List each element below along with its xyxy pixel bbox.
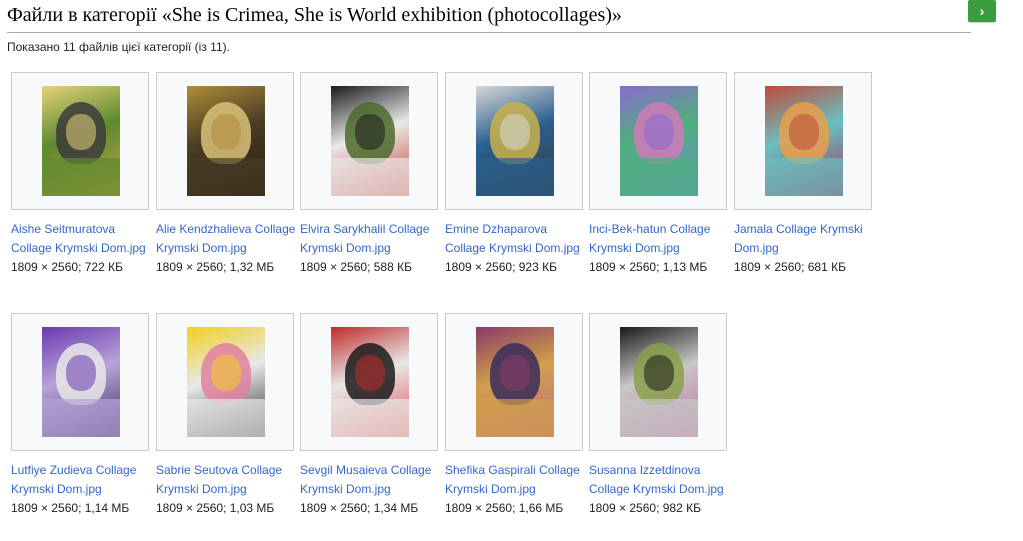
file-count-summary: Показано 11 файлів цієї категорії (із 11… [7, 40, 230, 54]
file-link[interactable]: Aishe Seitmuratova Collage Krymski Dom.j… [11, 222, 146, 255]
file-link[interactable]: Lutfiye Zudieva Collage Krymski Dom.jpg [11, 463, 136, 496]
file-link[interactable]: Susanna Izzetdinova Collage Krymski Dom.… [589, 463, 724, 496]
file-link[interactable]: Sabrie Seutova Collage Krymski Dom.jpg [156, 463, 282, 496]
file-dimensions-size: 1809 × 2560; 923 КБ [445, 260, 557, 274]
file-link[interactable]: Sevgil Musaieva Collage Krymski Dom.jpg [300, 463, 431, 496]
thumbnail-frame[interactable] [11, 313, 149, 451]
collage-thumbnail-image[interactable] [476, 86, 554, 196]
file-dimensions-size: 1809 × 2560; 1,14 МБ [11, 501, 130, 515]
thumbnail-frame[interactable] [156, 313, 294, 451]
file-dimensions-size: 1809 × 2560; 1,13 МБ [589, 260, 708, 274]
gallery-item: Lutfiye Zudieva Collage Krymski Dom.jpg 1… [11, 313, 151, 518]
collage-thumbnail-image[interactable] [331, 327, 409, 437]
gallery-item: Susanna Izzetdinova Collage Krymski Dom.… [589, 313, 729, 518]
file-dimensions-size: 1809 × 2560; 1,34 МБ [300, 501, 419, 515]
file-dimensions-size: 1809 × 2560; 722 КБ [11, 260, 123, 274]
gallery-item: Inci-Bek-hatun Collage Krymski Dom.jpg 18… [589, 72, 729, 277]
file-link[interactable]: Shefika Gaspirali Collage Krymski Dom.jp… [445, 463, 580, 496]
thumbnail-frame[interactable] [300, 313, 438, 451]
gallery-item: Shefika Gaspirali Collage Krymski Dom.jp… [445, 313, 585, 518]
collage-thumbnail-image[interactable] [331, 86, 409, 196]
file-caption: Emine Dzhaparova Collage Krymski Dom.jpg… [445, 220, 585, 277]
gallery-item: Sevgil Musaieva Collage Krymski Dom.jpg 1… [300, 313, 440, 518]
thumbnail-frame[interactable] [11, 72, 149, 210]
thumbnail-frame[interactable] [589, 72, 727, 210]
gallery-item: Jamala Collage Krymski Dom.jpg 1809 × 256… [734, 72, 874, 277]
thumbnail-frame[interactable] [156, 72, 294, 210]
file-dimensions-size: 1809 × 2560; 1,32 МБ [156, 260, 275, 274]
collage-thumbnail-image[interactable] [42, 327, 120, 437]
file-caption: Susanna Izzetdinova Collage Krymski Dom.… [589, 461, 729, 518]
file-link[interactable]: Jamala Collage Krymski Dom.jpg [734, 222, 863, 255]
file-caption: Jamala Collage Krymski Dom.jpg 1809 × 256… [734, 220, 874, 277]
collage-thumbnail-image[interactable] [187, 86, 265, 196]
thumbnail-frame[interactable] [734, 72, 872, 210]
file-link[interactable]: Alie Kendzhalieva Collage Krymski Dom.jp… [156, 222, 295, 255]
file-link[interactable]: Elvira Sarykhalil Collage Krymski Dom.jp… [300, 222, 429, 255]
gallery-item: Emine Dzhaparova Collage Krymski Dom.jpg… [445, 72, 585, 277]
file-dimensions-size: 1809 × 2560; 588 КБ [300, 260, 412, 274]
file-caption: Inci-Bek-hatun Collage Krymski Dom.jpg 18… [589, 220, 729, 277]
collage-thumbnail-image[interactable] [620, 86, 698, 196]
gallery-item: Sabrie Seutova Collage Krymski Dom.jpg 18… [156, 313, 296, 518]
thumbnail-frame[interactable] [300, 72, 438, 210]
file-caption: Alie Kendzhalieva Collage Krymski Dom.jp… [156, 220, 296, 277]
file-dimensions-size: 1809 × 2560; 1,03 МБ [156, 501, 275, 515]
file-caption: Lutfiye Zudieva Collage Krymski Dom.jpg 1… [11, 461, 151, 518]
collage-thumbnail-image[interactable] [765, 86, 843, 196]
gallery-item: Aishe Seitmuratova Collage Krymski Dom.j… [11, 72, 151, 277]
file-caption: Sabrie Seutova Collage Krymski Dom.jpg 18… [156, 461, 296, 518]
thumbnail-frame[interactable] [445, 313, 583, 451]
gallery-item: Alie Kendzhalieva Collage Krymski Dom.jp… [156, 72, 296, 277]
thumbnail-frame[interactable] [445, 72, 583, 210]
collage-thumbnail-image[interactable] [187, 327, 265, 437]
collage-thumbnail-image[interactable] [620, 327, 698, 437]
file-caption: Elvira Sarykhalil Collage Krymski Dom.jp… [300, 220, 440, 277]
collage-thumbnail-image[interactable] [42, 86, 120, 196]
file-dimensions-size: 1809 × 2560; 1,66 МБ [445, 501, 564, 515]
file-caption: Shefika Gaspirali Collage Krymski Dom.jp… [445, 461, 585, 518]
file-caption: Sevgil Musaieva Collage Krymski Dom.jpg 1… [300, 461, 440, 518]
next-page-button[interactable]: › [968, 0, 996, 22]
file-link[interactable]: Emine Dzhaparova Collage Krymski Dom.jpg [445, 222, 580, 255]
thumbnail-frame[interactable] [589, 313, 727, 451]
file-caption: Aishe Seitmuratova Collage Krymski Dom.j… [11, 220, 151, 277]
file-link[interactable]: Inci-Bek-hatun Collage Krymski Dom.jpg [589, 222, 710, 255]
page-title: Файли в категорії «She is Crimea, She is… [7, 2, 971, 33]
file-dimensions-size: 1809 × 2560; 982 КБ [589, 501, 701, 515]
gallery-item: Elvira Sarykhalil Collage Krymski Dom.jp… [300, 72, 440, 277]
collage-thumbnail-image[interactable] [476, 327, 554, 437]
file-dimensions-size: 1809 × 2560; 681 КБ [734, 260, 846, 274]
